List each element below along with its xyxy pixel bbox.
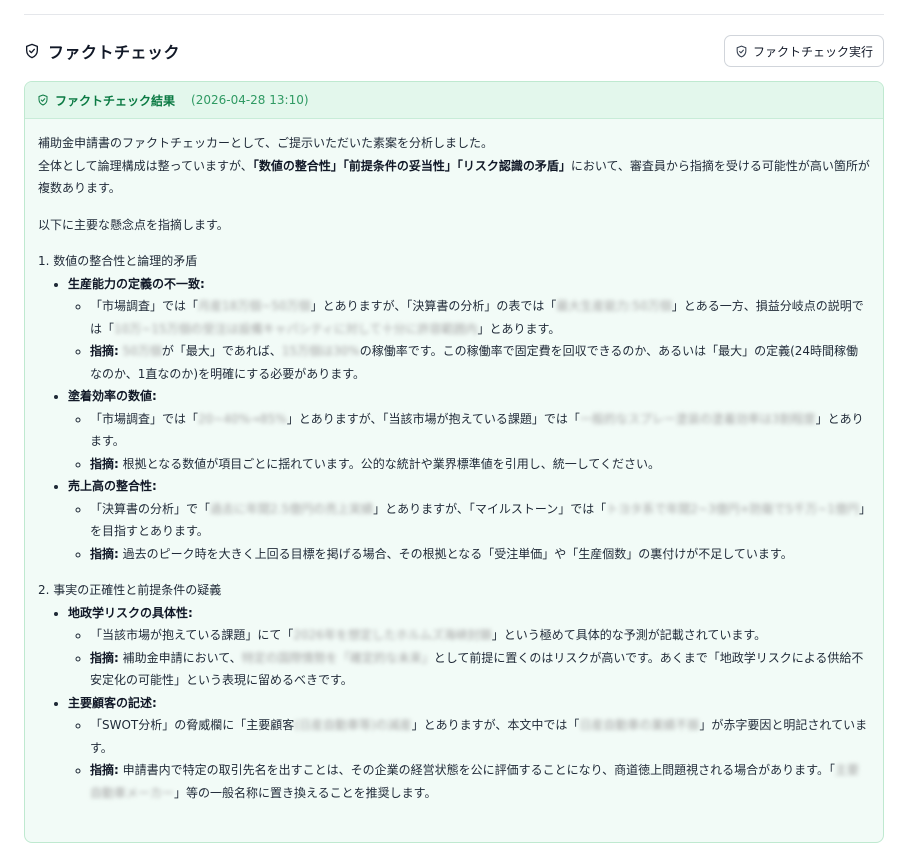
redacted-text: 20~40%→85% <box>198 411 287 426</box>
issue-detail: 「当該市場が抱えている課題」にて「2026年を想定したホルムズ海峡封鎖」という極… <box>90 624 870 647</box>
run-factcheck-button[interactable]: ファクトチェック実行 <box>723 35 884 67</box>
issue-detail: 指摘: 補助金申請において、特定の国際情勢を「確定的な未来」として前提に置くのは… <box>90 647 870 692</box>
issue-detail-list: 「SWOT分析」の脅威欄に「主要顧客(日産自動車等)の減産」とありますが、本文中… <box>68 714 870 804</box>
intro-summary: 全体として論理構成は整っていますが、「数値の整合性」「前提条件の妥当性」「リスク… <box>38 155 870 200</box>
redacted-text: 特定の国際情勢を「確定的な未来」 <box>241 650 434 665</box>
top-divider <box>24 14 884 15</box>
issue-item: 主要顧客の記述: 「SWOT分析」の脅威欄に「主要顧客(日産自動車等)の減産」と… <box>68 692 870 805</box>
intro-emphasis: 「数値の整合性」「前提条件の妥当性」「リスク認識の矛盾」 <box>252 158 571 173</box>
issue-item: 生産能力の定義の不一致: 「市場調査」では「月産18万個~50万個」とありますが… <box>68 273 870 386</box>
issue-title: 地政学リスクの具体性: <box>68 605 193 620</box>
issue-detail-list: 「市場調査」では「月産18万個~50万個」とありますが、「決算書の分析」の表では… <box>68 295 870 385</box>
run-factcheck-label: ファクトチェック実行 <box>752 44 873 59</box>
issue-item: 売上高の整合性: 「決算書の分析」で「過去に年間2.5億円の売上実績」とあります… <box>68 475 870 565</box>
issue-title: 生産能力の定義の不一致: <box>68 276 205 291</box>
factcheck-result-panel: ファクトチェック結果 (2026-04-28 13:10) 補助金申請書のファク… <box>24 81 884 843</box>
section-heading: 1. 数値の整合性と論理的矛盾 <box>38 254 198 268</box>
issue-detail: 指摘: 50万個が「最大」であれば、15万個は30%の稼働率です。この稼働率で固… <box>90 340 870 385</box>
result-body: 補助金申請書のファクトチェッカーとして、ご提示いただいた素案を分析しました。 全… <box>25 119 883 817</box>
redacted-text: (日産自動車等)の減産 <box>294 718 412 732</box>
redacted-text: 15万個は30% <box>281 344 360 358</box>
redacted-text: 一般的なスプレー塗装の塗着効率は3割程度 <box>579 411 816 426</box>
result-title: ファクトチェック結果 <box>55 93 176 108</box>
issue-detail: 「決算書の分析」で「過去に年間2.5億円の売上実績」とありますが、「マイルストー… <box>90 498 870 543</box>
factcheck-header: ファクトチェック ファクトチェック実行 <box>24 34 884 68</box>
redacted-text: トヨタ系で年間2~3億円+防衛で5千万~1億円 <box>606 501 859 516</box>
issue-detail-list: 「市場調査」では「20~40%→85%」とありますが、「当該市場が抱えている課題… <box>68 408 870 476</box>
issue-item: 塗着効率の数値: 「市場調査」では「20~40%→85%」とありますが、「当該市… <box>68 385 870 475</box>
result-header: ファクトチェック結果 (2026-04-28 13:10) <box>25 82 883 119</box>
redacted-text: 月産18万個~50万個 <box>198 299 311 313</box>
section-title-wrap: ファクトチェック <box>24 39 180 63</box>
issue-detail: 「SWOT分析」の脅威欄に「主要顧客(日産自動車等)の減産」とありますが、本文中… <box>90 714 870 759</box>
intro-text: 全体として論理構成は整っていますが、 <box>38 158 253 173</box>
redacted-text: 日産自動車の業績不振 <box>579 718 700 732</box>
intro-line: 以下に主要な懸念点を指摘します。 <box>38 217 229 232</box>
issue-item: 地政学リスクの具体性: 「当該市場が抱えている課題」にて「2026年を想定したホ… <box>68 602 870 692</box>
issue-list: 地政学リスクの具体性: 「当該市場が抱えている課題」にて「2026年を想定したホ… <box>38 602 870 805</box>
redacted-text: 過去に年間2.5億円の売上実績 <box>210 501 374 516</box>
shield-check-icon <box>37 94 49 106</box>
issue-detail-list: 「当該市場が抱えている課題」にて「2026年を想定したホルムズ海峡封鎖」という極… <box>68 624 870 692</box>
issue-detail: 「市場調査」では「月産18万個~50万個」とありますが、「決算書の分析」の表では… <box>90 295 870 340</box>
section-heading: 2. 事実の正確性と前提条件の疑義 <box>38 583 222 597</box>
issue-detail-list: 「決算書の分析」で「過去に年間2.5億円の売上実績」とありますが、「マイルストー… <box>68 498 870 566</box>
redacted-text: 最大生産能力:50万個 <box>556 299 672 313</box>
issue-list: 生産能力の定義の不一致: 「市場調査」では「月産18万個~50万個」とありますが… <box>38 273 870 566</box>
shield-check-icon <box>735 45 748 58</box>
redacted-text: 2026年を想定したホルムズ海峡封鎖 <box>293 628 492 642</box>
shield-check-icon <box>24 43 40 59</box>
issue-detail: 指摘: 申請書内で特定の取引先名を出すことは、その企業の経営状態を公に評価するこ… <box>90 759 870 804</box>
redacted-text: 10万~15万個の受注は設備キャパシティに対して十分に許容範囲内 <box>114 321 478 336</box>
issue-title: 主要顧客の記述: <box>68 695 157 710</box>
result-timestamp: (2026-04-28 13:10) <box>191 93 309 107</box>
issue-detail: 「市場調査」では「20~40%→85%」とありますが、「当該市場が抱えている課題… <box>90 408 870 453</box>
issue-title: 売上高の整合性: <box>68 479 157 493</box>
issue-detail: 指摘: 根拠となる数値が項目ごとに揺れています。公的な統計や業界標準値を引用し、… <box>90 453 870 476</box>
issue-title: 塗着効率の数値: <box>68 389 157 403</box>
section-title: ファクトチェック <box>48 43 181 62</box>
redacted-text: 50万個 <box>122 344 162 358</box>
intro-line: 補助金申請書のファクトチェッカーとして、ご提示いただいた素案を分析しました。 <box>38 136 494 150</box>
issue-detail: 指摘: 過去のピーク時を大きく上回る目標を掲げる場合、その根拠となる「受注単価」… <box>90 543 870 566</box>
